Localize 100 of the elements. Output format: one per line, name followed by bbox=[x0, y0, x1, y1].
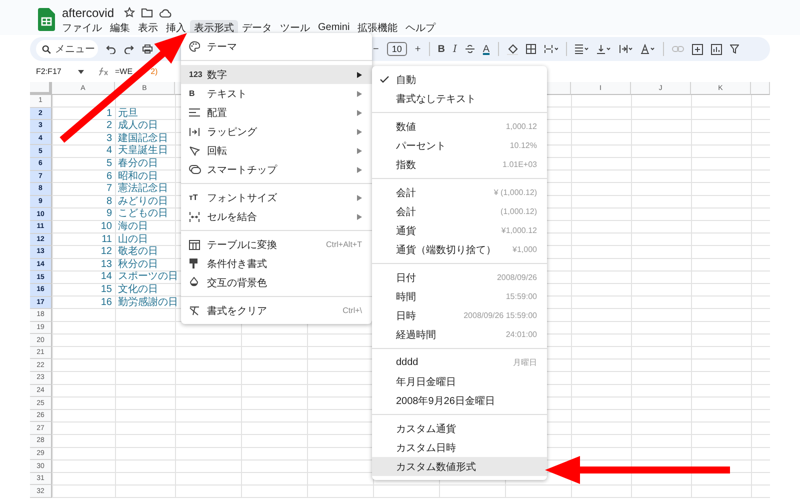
menu-item[interactable]: 会計 ¥ (1,000.12) bbox=[372, 183, 547, 202]
sheets-logo-icon[interactable] bbox=[38, 8, 55, 31]
menu-item[interactable]: 条件付き書式 bbox=[181, 254, 372, 273]
menu-item[interactable]: 交互の背景色 bbox=[181, 273, 372, 292]
menu-item[interactable]: テーマ bbox=[181, 37, 372, 56]
menu-item[interactable]: 配置 bbox=[181, 103, 372, 122]
menu-item[interactable]: 会計 (1,000.12) bbox=[372, 202, 547, 221]
borders-icon[interactable] bbox=[526, 44, 536, 54]
table-cell-text: 山の日 bbox=[117, 234, 149, 246]
text-color-button[interactable]: A bbox=[482, 44, 490, 54]
menu-item[interactable]: 年月日金曜日 bbox=[372, 372, 547, 391]
menu-item[interactable]: 回転 bbox=[181, 141, 372, 160]
menu-item[interactable]: データ bbox=[238, 20, 276, 35]
menu-item[interactable]: dddd 月曜日 bbox=[372, 353, 547, 372]
merge-icon bbox=[189, 212, 200, 222]
menu-item[interactable]: スマートチップ bbox=[181, 160, 372, 179]
menu-item[interactable]: 自動 bbox=[372, 70, 547, 89]
table-cell-text: 11 bbox=[100, 234, 113, 246]
text-wrap-icon[interactable] bbox=[618, 44, 633, 54]
menu-item[interactable]: 時間 15:59:00 bbox=[372, 287, 547, 306]
dropdown-caret-icon[interactable] bbox=[78, 70, 84, 74]
menu-item[interactable]: カスタム日時 bbox=[372, 438, 547, 457]
menu-item[interactable]: 書式なしテキスト bbox=[372, 89, 547, 108]
clear-format-icon bbox=[189, 306, 200, 316]
menu-item[interactable]: セルを結合 bbox=[181, 207, 372, 226]
align-left-icon bbox=[189, 108, 200, 117]
italic-button[interactable]: I bbox=[452, 44, 457, 54]
menu-item[interactable]: パーセント 10.12% bbox=[372, 136, 547, 155]
formula-text[interactable]: =WE bbox=[115, 67, 133, 76]
cloud-icon[interactable] bbox=[159, 8, 172, 18]
menu-item[interactable]: 日時 2008/09/26 15:59:00 bbox=[372, 306, 547, 325]
table-cell-text: 敬老の日 bbox=[117, 246, 159, 258]
menu-item[interactable]: ファイル bbox=[58, 20, 106, 35]
table-cell-text: 14 bbox=[100, 271, 113, 284]
palette-icon bbox=[189, 41, 200, 52]
menu-item[interactable]: 通貨（端数切り捨て） ¥1,000 bbox=[372, 240, 547, 259]
menu-item[interactable]: テーブルに変換 Ctrl+Alt+T bbox=[181, 235, 372, 254]
menu-item[interactable]: Gemini bbox=[314, 20, 354, 35]
menu-item[interactable]: 挿入 bbox=[162, 20, 190, 35]
function-icon bbox=[98, 67, 109, 76]
folder-icon[interactable] bbox=[141, 7, 154, 18]
table-cell-text: 7 bbox=[105, 183, 113, 196]
filter-icon[interactable] bbox=[730, 44, 739, 54]
search-icon bbox=[42, 45, 51, 54]
table-cell-text: 元旦 bbox=[117, 108, 139, 120]
font-size-field[interactable]: 10 bbox=[386, 42, 407, 56]
increase-font-size-button[interactable]: + bbox=[414, 44, 421, 54]
table-cell-text: みどりの日 bbox=[117, 196, 169, 208]
table-cell-text: 10 bbox=[100, 220, 113, 234]
menu-item[interactable]: カスタム通貨 bbox=[372, 419, 547, 438]
table-cell-text: 秋分の日 bbox=[117, 258, 159, 271]
table-cell-text: 16 bbox=[100, 296, 113, 310]
menu-item[interactable]: B テキスト bbox=[181, 84, 372, 103]
table-cell-text: こどもの日 bbox=[117, 208, 169, 221]
redo-icon[interactable] bbox=[124, 44, 134, 54]
table-cell-text: 成人の日 bbox=[117, 120, 159, 132]
print-icon[interactable] bbox=[142, 44, 153, 54]
table-cell-text: 4 bbox=[105, 145, 113, 158]
menu-item[interactable]: 表示 bbox=[134, 20, 162, 35]
text-rotation-icon[interactable] bbox=[640, 44, 655, 54]
table-cell-text: 12 bbox=[100, 246, 113, 259]
table-cell-text: 5 bbox=[105, 158, 113, 171]
table-icon bbox=[189, 240, 200, 250]
strikethrough-icon[interactable] bbox=[464, 44, 475, 54]
menu-item[interactable]: 2008年9月26日金曜日 bbox=[372, 391, 547, 410]
menu-search-field[interactable]: メニュー bbox=[36, 40, 98, 58]
decrease-font-size-button[interactable]: − bbox=[373, 44, 379, 54]
document-title[interactable]: aftercovid bbox=[62, 6, 114, 20]
menu-item[interactable]: ᴛT フォントサイズ bbox=[181, 188, 372, 207]
table-cell-text: 建国記念日 bbox=[117, 132, 169, 144]
menu-item[interactable]: 拡張機能 bbox=[354, 20, 402, 35]
name-box[interactable]: F2:F17 bbox=[36, 67, 68, 76]
table-cell-text: 海の日 bbox=[117, 220, 149, 234]
vertical-align-icon[interactable] bbox=[596, 44, 611, 54]
table-cell-text: 勤労感謝の日 bbox=[117, 296, 175, 310]
menu-item[interactable]: 通貨 ¥1,000.12 bbox=[372, 221, 547, 240]
comment-icon[interactable] bbox=[692, 44, 703, 54]
table-cell-text: 2 bbox=[105, 120, 113, 133]
chart-icon[interactable] bbox=[710, 44, 722, 54]
menu-item-icon: B bbox=[189, 89, 195, 98]
menu-item[interactable]: 123 数字 bbox=[181, 65, 372, 84]
undo-icon[interactable] bbox=[106, 44, 116, 54]
menu-item[interactable]: 書式をクリア Ctrl+\ bbox=[181, 301, 372, 320]
menu-item[interactable]: ヘルプ bbox=[402, 20, 440, 35]
paint-bucket-icon[interactable] bbox=[506, 44, 518, 54]
rotate-icon bbox=[189, 146, 200, 156]
menu-item[interactable]: 経過時間 24:01:00 bbox=[372, 325, 547, 344]
menu-item[interactable]: 数値 1,000.12 bbox=[372, 117, 547, 136]
menu-item-icon: ᴛT bbox=[189, 193, 198, 202]
menu-item[interactable]: ラッピング bbox=[181, 122, 372, 141]
menu-item[interactable]: 日付 2008/09/26 bbox=[372, 268, 547, 287]
menu-item[interactable]: 編集 bbox=[106, 20, 134, 35]
star-icon[interactable] bbox=[124, 7, 136, 18]
menu-item[interactable]: 指数 1.01E+03 bbox=[372, 155, 547, 174]
menu-item[interactable]: ツール bbox=[276, 20, 314, 35]
menu-item[interactable]: カスタム数値形式 bbox=[372, 457, 547, 476]
bold-button[interactable]: B bbox=[438, 44, 445, 54]
align-icon[interactable] bbox=[574, 44, 589, 54]
table-cell-text: 15 bbox=[100, 284, 113, 296]
merge-cells-icon[interactable] bbox=[544, 44, 558, 54]
